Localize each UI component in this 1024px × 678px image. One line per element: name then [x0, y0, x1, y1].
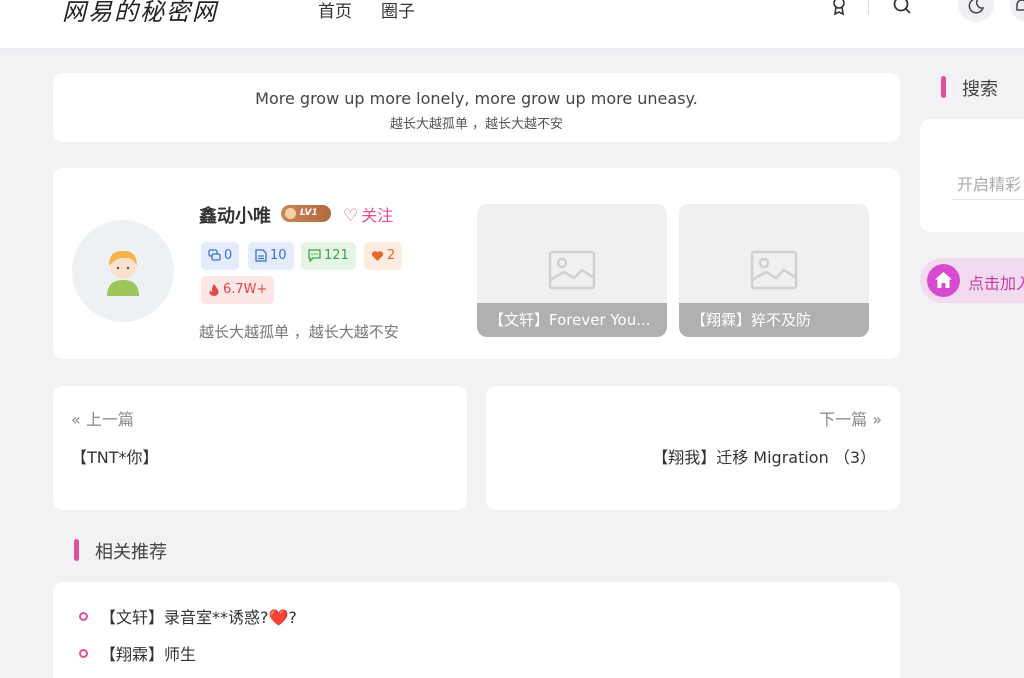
- notification-button[interactable]: [1010, 0, 1024, 22]
- bullet-circle-icon: [79, 649, 88, 658]
- level-gem-icon: [285, 208, 296, 219]
- author-post-card[interactable]: 【翔霖】猝不及防: [679, 204, 869, 337]
- author-name[interactable]: 鑫动小唯: [199, 202, 271, 228]
- stat-questions[interactable]: 0: [201, 242, 240, 270]
- nav-home[interactable]: 首页: [318, 0, 352, 22]
- motto-chinese: 越长大越孤单 ，越长大越不安: [389, 117, 564, 132]
- image-placeholder-icon: [750, 250, 798, 290]
- author-card: 鑫动小唯 LV1 ♡ 关注 0 10 121 2 6.7W+ 越长大越孤单 ，越长…: [53, 168, 900, 359]
- related-list-card: 【文轩】录音室**诱惑?❤️? 【翔霖】师生: [53, 582, 900, 678]
- section-accent-bar: [941, 76, 946, 98]
- stat-articles-value: 10: [270, 248, 287, 263]
- prev-post-card[interactable]: « 上一篇 【TNT*你】: [53, 386, 467, 510]
- bullet-circle-icon: [79, 612, 88, 621]
- prev-label-text: 上一篇: [85, 410, 134, 429]
- search-card: 开启精彩: [920, 119, 1024, 232]
- level-badge: LV1: [281, 205, 331, 222]
- heart-icon: [371, 250, 384, 261]
- home-icon: [935, 272, 952, 288]
- list-item[interactable]: 【文轩】录音室**诱惑?❤️?: [79, 604, 297, 628]
- moon-icon: [968, 0, 984, 14]
- stat-likes[interactable]: 2: [364, 242, 403, 270]
- stat-likes-value: 2: [387, 248, 396, 263]
- search-input[interactable]: 开启精彩: [957, 171, 1024, 195]
- next-label: 下一篇 »: [819, 406, 882, 430]
- stat-articles[interactable]: 10: [248, 242, 294, 270]
- follow-label: 关注: [361, 206, 394, 225]
- level-text: LV1: [300, 208, 318, 218]
- stat-comments[interactable]: 121: [301, 242, 356, 270]
- stat-comments-value: 121: [324, 248, 349, 263]
- section-accent-bar: [74, 539, 79, 561]
- search-icon[interactable]: [892, 0, 912, 16]
- fire-icon: [209, 283, 219, 296]
- dark-mode-button[interactable]: [958, 0, 994, 22]
- stat-popularity[interactable]: 6.7W+: [201, 276, 275, 304]
- list-item-title: 【文轩】录音室**诱惑?❤️?: [100, 608, 297, 627]
- author-post-card[interactable]: 【文轩】Forever You...: [477, 204, 667, 337]
- image-placeholder-icon: [548, 250, 596, 290]
- post-title: 【翔霖】猝不及防: [679, 303, 869, 337]
- avatar[interactable]: [72, 220, 174, 322]
- avatar-illustration: [107, 250, 139, 296]
- header-divider: [868, 0, 869, 14]
- list-item[interactable]: 【翔霖】师生: [79, 641, 196, 665]
- chat-bubbles-icon: [208, 249, 221, 261]
- search-underline: [952, 199, 1024, 200]
- next-label-text: 下一篇: [819, 410, 868, 429]
- comment-icon: [308, 249, 321, 262]
- prev-label: « 上一篇: [71, 406, 134, 430]
- double-chevron-left-icon: «: [71, 410, 81, 429]
- nav-circle[interactable]: 圈子: [381, 0, 415, 22]
- next-post-title: 【翔我】迁移 Migration （3）: [652, 448, 876, 467]
- top-header: 网易的秘密网 首页 圈子: [0, 0, 1024, 48]
- heart-outline-icon: ♡: [343, 206, 359, 226]
- search-section-title: 搜索: [962, 79, 998, 100]
- next-post-card[interactable]: 下一篇 » 【翔我】迁移 Migration （3）: [486, 386, 900, 510]
- medal-icon[interactable]: [829, 0, 849, 16]
- follow-button[interactable]: ♡ 关注: [343, 202, 393, 226]
- post-title: 【文轩】Forever You...: [477, 303, 667, 337]
- join-label: 点击加入: [968, 274, 1024, 293]
- stat-popularity-value: 6.7W+: [223, 282, 268, 297]
- motto-card: More grow up more lonely, more grow up m…: [53, 73, 900, 142]
- join-button[interactable]: 点击加入: [920, 258, 1024, 303]
- related-title: 相关推荐: [95, 542, 167, 563]
- double-chevron-right-icon: »: [872, 410, 882, 429]
- document-icon: [255, 249, 267, 262]
- prev-post-title: 【TNT*你】: [71, 448, 159, 467]
- home-icon-badge: [927, 264, 960, 297]
- list-item-title: 【翔霖】师生: [100, 645, 197, 664]
- site-logo[interactable]: 网易的秘密网: [62, 0, 218, 27]
- bell-icon: [1016, 0, 1024, 11]
- stat-questions-value: 0: [224, 248, 233, 263]
- motto-english: More grow up more lonely, more grow up m…: [255, 89, 698, 108]
- author-description: 越长大越孤单 ，越长大越不安: [199, 323, 399, 341]
